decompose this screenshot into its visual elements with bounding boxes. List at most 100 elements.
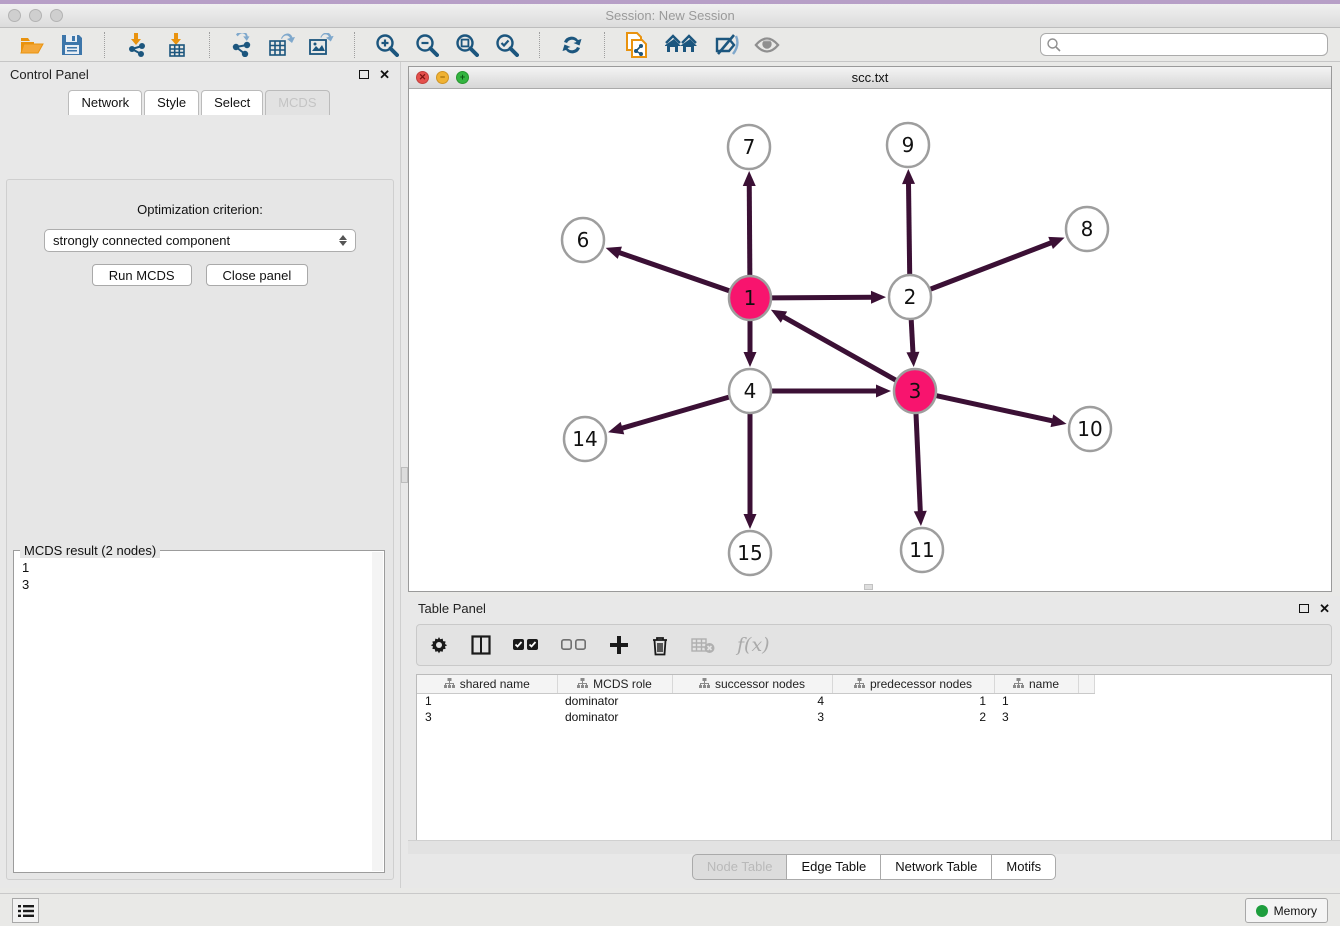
mcds-result-text[interactable]: 1 3 bbox=[22, 559, 372, 870]
table-cell[interactable]: 3 bbox=[994, 709, 1078, 725]
settings-gear-icon[interactable] bbox=[429, 632, 449, 658]
table-cell[interactable]: 4 bbox=[672, 693, 832, 709]
save-session-icon[interactable] bbox=[59, 32, 85, 58]
deselect-all-icon[interactable] bbox=[561, 632, 587, 658]
hide-selected-icon[interactable] bbox=[714, 32, 740, 58]
sort-column-icon bbox=[854, 678, 865, 689]
table-cell[interactable]: 1 bbox=[417, 693, 557, 709]
graph-node-6[interactable]: 6 bbox=[562, 218, 604, 262]
graph-node-label: 15 bbox=[737, 541, 762, 565]
network-window-title: scc.txt bbox=[409, 70, 1331, 85]
close-panel-button[interactable]: Close panel bbox=[206, 264, 309, 286]
tab-mcds[interactable]: MCDS bbox=[265, 90, 329, 115]
tab-network[interactable]: Network bbox=[68, 90, 142, 115]
clone-network-icon[interactable] bbox=[624, 32, 650, 58]
node-table-grid[interactable]: shared nameMCDS rolesuccessor nodesprede… bbox=[417, 675, 1095, 725]
task-list-icon bbox=[18, 904, 34, 918]
table-cell[interactable]: 3 bbox=[672, 709, 832, 725]
graph-node-3[interactable]: 3 bbox=[894, 369, 936, 413]
graph-edge-4-14[interactable] bbox=[621, 397, 729, 429]
optimization-criterion-select[interactable]: strongly connected component bbox=[44, 229, 356, 252]
zoom-fit-icon[interactable] bbox=[454, 32, 480, 58]
memory-button[interactable]: Memory bbox=[1245, 898, 1328, 923]
export-network-icon[interactable] bbox=[229, 32, 255, 58]
column-header-successor-nodes[interactable]: successor nodes bbox=[672, 675, 832, 693]
close-panel-icon[interactable]: ✕ bbox=[379, 68, 390, 81]
table-cell[interactable]: 1 bbox=[832, 693, 994, 709]
sort-column-icon bbox=[699, 678, 710, 689]
export-image-icon[interactable] bbox=[309, 32, 335, 58]
vertical-splitter[interactable] bbox=[400, 62, 408, 888]
canvas-grip[interactable] bbox=[864, 584, 873, 590]
graph-node-4[interactable]: 4 bbox=[729, 369, 771, 413]
graph-node-8[interactable]: 8 bbox=[1066, 207, 1108, 251]
apply-layout-icon[interactable] bbox=[559, 32, 585, 58]
tab-network-table[interactable]: Network Table bbox=[881, 854, 992, 880]
table-cell[interactable]: 2 bbox=[832, 709, 994, 725]
graph-edge-1-2[interactable] bbox=[772, 297, 873, 298]
graph-node-11[interactable]: 11 bbox=[901, 528, 943, 572]
column-header-shared-name[interactable]: shared name bbox=[417, 675, 557, 693]
tab-select[interactable]: Select bbox=[201, 90, 263, 115]
graph-node-15[interactable]: 15 bbox=[729, 531, 771, 575]
float-panel-icon[interactable] bbox=[359, 68, 369, 81]
column-header-predecessor-nodes[interactable]: predecessor nodes bbox=[832, 675, 994, 693]
tab-style[interactable]: Style bbox=[144, 90, 199, 115]
graph-node-9[interactable]: 9 bbox=[887, 123, 929, 167]
zoom-selected-icon[interactable] bbox=[494, 32, 520, 58]
splitter-grip[interactable] bbox=[401, 467, 408, 483]
zoom-out-icon[interactable] bbox=[414, 32, 440, 58]
open-file-icon[interactable] bbox=[19, 32, 45, 58]
graph-node-label: 10 bbox=[1077, 417, 1102, 441]
graph-node-label: 6 bbox=[577, 228, 590, 252]
table-cell[interactable]: 3 bbox=[417, 709, 557, 725]
table-cell[interactable]: dominator bbox=[557, 709, 672, 725]
graph-node-2[interactable]: 2 bbox=[889, 275, 931, 319]
task-history-button[interactable] bbox=[12, 898, 39, 923]
graph-node-1[interactable]: 1 bbox=[729, 276, 771, 320]
graph-node-10[interactable]: 10 bbox=[1069, 407, 1111, 451]
mcds-result-scrollbar[interactable] bbox=[372, 552, 383, 871]
table-cell[interactable]: 1 bbox=[994, 693, 1078, 709]
select-all-icon[interactable] bbox=[513, 632, 539, 658]
network-window-titlebar[interactable]: ✕ − + scc.txt bbox=[409, 67, 1331, 89]
graph-node-14[interactable]: 14 bbox=[564, 417, 606, 461]
tab-node-table[interactable]: Node Table bbox=[692, 854, 788, 880]
delete-column-icon[interactable] bbox=[651, 632, 669, 658]
search-input[interactable] bbox=[1062, 36, 1327, 54]
run-mcds-button[interactable]: Run MCDS bbox=[92, 264, 192, 286]
add-column-icon[interactable] bbox=[609, 632, 629, 658]
window-title: Session: New Session bbox=[0, 8, 1340, 23]
zoom-in-icon[interactable] bbox=[374, 32, 400, 58]
table-header-row[interactable]: shared nameMCDS rolesuccessor nodesprede… bbox=[417, 675, 1094, 693]
table-row[interactable]: 1dominator411 bbox=[417, 693, 1094, 709]
tab-edge-table[interactable]: Edge Table bbox=[787, 854, 881, 880]
table-body[interactable]: 1dominator4113dominator323 bbox=[417, 693, 1094, 725]
graph-edge-2-8[interactable] bbox=[931, 242, 1053, 289]
column-visibility-icon[interactable] bbox=[471, 632, 491, 658]
graph-edge-1-7[interactable] bbox=[749, 184, 750, 276]
graph-edge-3-10[interactable] bbox=[936, 396, 1053, 421]
mcds-result-box: MCDS result (2 nodes) 1 3 bbox=[13, 550, 385, 873]
graph-node-7[interactable]: 7 bbox=[728, 125, 770, 169]
graph-edge-1-6[interactable] bbox=[618, 252, 729, 291]
table-cell[interactable]: dominator bbox=[557, 693, 672, 709]
graph-edge-3-11[interactable] bbox=[916, 413, 920, 513]
tab-motifs[interactable]: Motifs bbox=[992, 854, 1056, 880]
column-header-name[interactable]: name bbox=[994, 675, 1078, 693]
graph-edge-3-1[interactable] bbox=[782, 316, 896, 380]
float-table-panel-icon[interactable] bbox=[1299, 602, 1309, 615]
graph-edge-2-3[interactable] bbox=[911, 319, 913, 354]
import-network-icon[interactable] bbox=[124, 32, 150, 58]
table-row[interactable]: 3dominator323 bbox=[417, 709, 1094, 725]
network-canvas[interactable]: 7 9 6 8 1 2 4 3 14 10 15 11 bbox=[409, 89, 1331, 591]
table-panel-title: Table Panel bbox=[418, 601, 486, 616]
show-hide-icon[interactable] bbox=[754, 32, 780, 58]
graph-edge-2-9[interactable] bbox=[908, 182, 909, 275]
close-table-panel-icon[interactable]: ✕ bbox=[1319, 602, 1330, 615]
column-header-MCDS-role[interactable]: MCDS role bbox=[557, 675, 672, 693]
first-neighbors-icon[interactable] bbox=[664, 32, 700, 58]
import-table-icon[interactable] bbox=[164, 32, 190, 58]
control-panel-tabs: Network Style Select MCDS bbox=[0, 90, 400, 115]
export-table-icon[interactable] bbox=[269, 32, 295, 58]
